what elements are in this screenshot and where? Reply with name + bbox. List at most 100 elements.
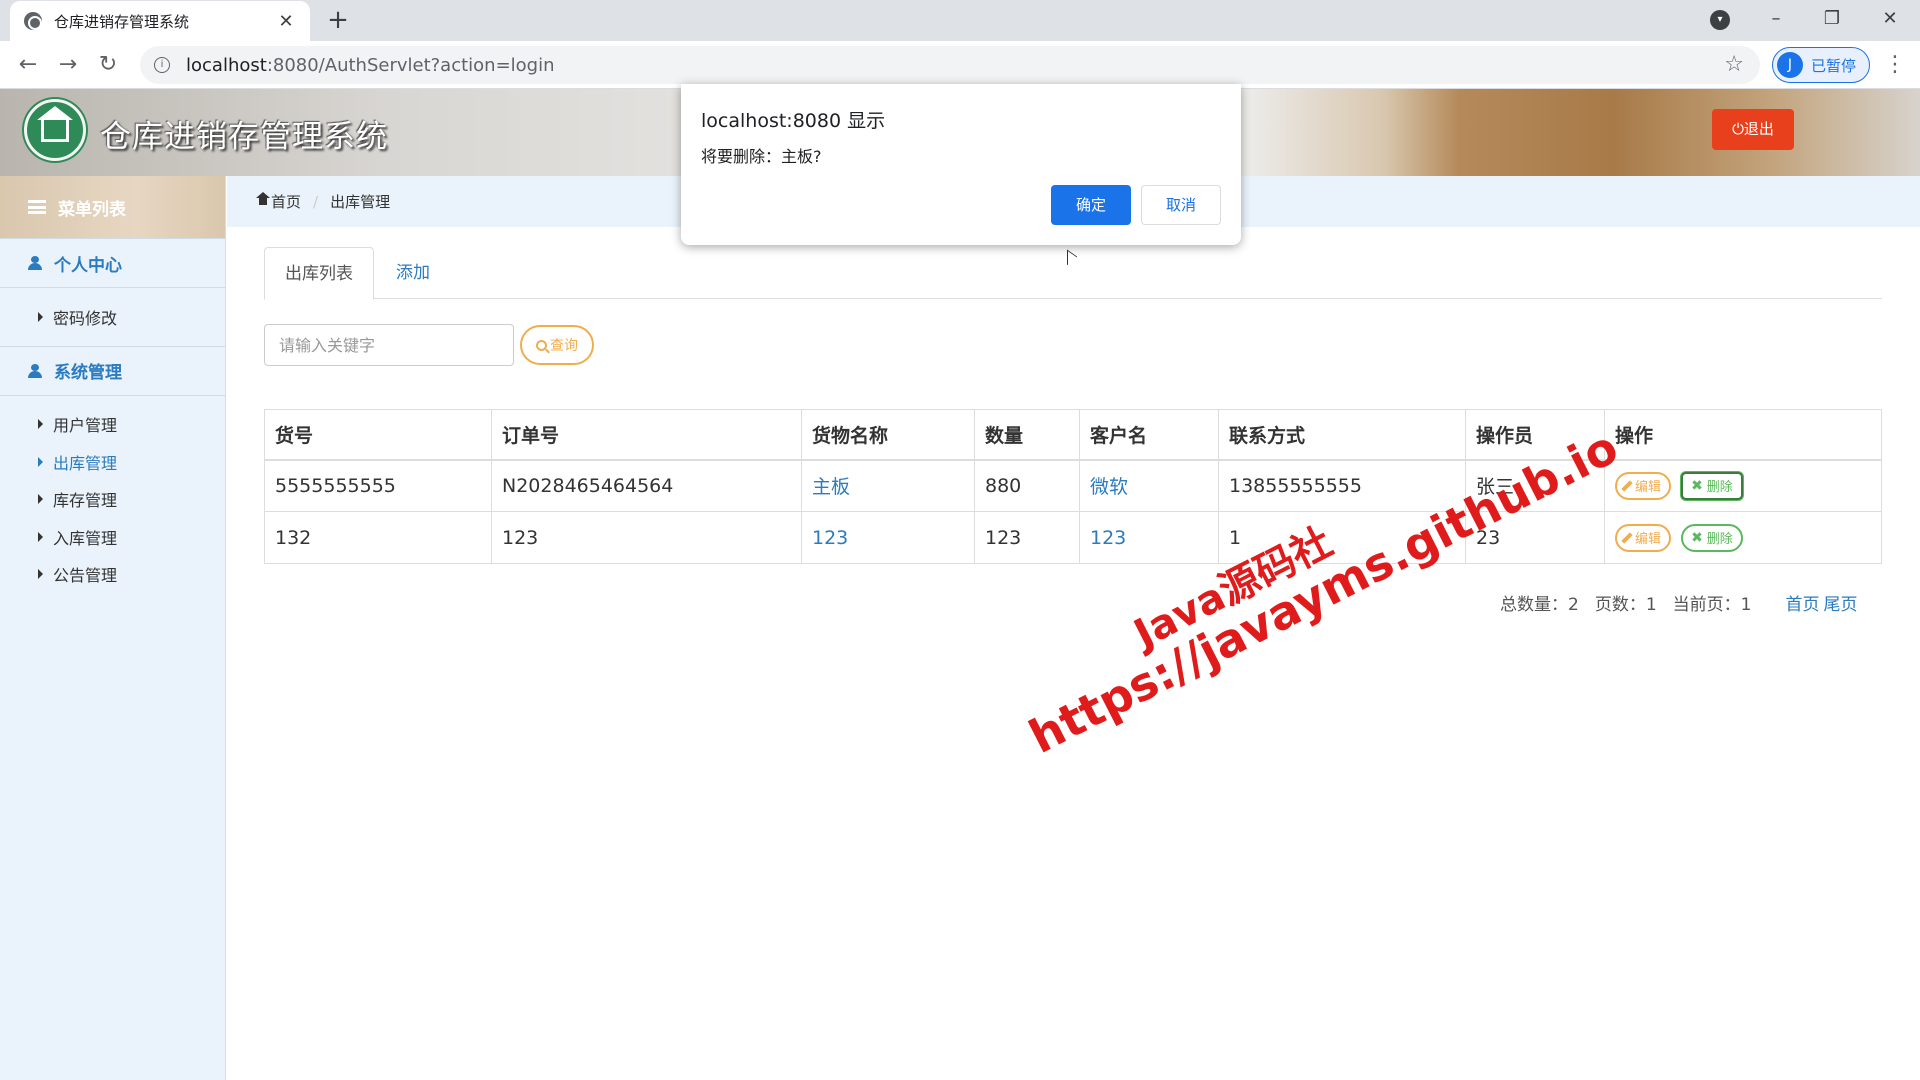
sidebar-group-personal[interactable]: 个人中心 xyxy=(0,238,225,288)
list-icon xyxy=(28,200,46,214)
home-icon xyxy=(256,192,270,207)
profile-status: 已暂停 xyxy=(1811,56,1857,75)
tab-title: 仓库进销存管理系统 xyxy=(54,12,190,31)
user-icon xyxy=(28,363,42,378)
column-header: 订单号 xyxy=(491,409,802,461)
sidebar-item-password[interactable]: 密码修改 xyxy=(0,298,225,336)
caret-right-icon xyxy=(38,569,43,580)
browser-tab[interactable]: 仓库进销存管理系统 ✕ xyxy=(10,1,310,41)
sidebar-item-notices[interactable]: 公告管理 xyxy=(0,556,225,594)
tab-outbound-list[interactable]: 出库列表 xyxy=(264,247,374,300)
profile-button[interactable]: J 已暂停 xyxy=(1772,47,1870,83)
delete-label: 删除 xyxy=(1706,532,1733,547)
table-cell: N2028465464564 xyxy=(491,459,802,512)
caret-right-icon xyxy=(38,311,43,322)
back-icon[interactable]: ← xyxy=(14,51,42,79)
table-cell: 123 xyxy=(491,511,802,564)
caret-right-icon xyxy=(38,531,43,542)
restore-icon[interactable]: ❐ xyxy=(1812,4,1852,34)
breadcrumb-home[interactable]: 首页 xyxy=(271,191,301,212)
pagination: 总数量：2 页数：1 当前页：1 首页 尾页 xyxy=(1500,590,1861,615)
delete-label: 删除 xyxy=(1706,480,1733,496)
forward-icon[interactable]: → xyxy=(54,51,82,79)
table-cell: 132 xyxy=(264,511,492,564)
pager-first-link[interactable]: 首页 xyxy=(1785,590,1819,615)
logout-button[interactable]: ⏻退出 xyxy=(1712,109,1794,150)
sidebar-group-system[interactable]: 系统管理 xyxy=(0,345,225,396)
sidebar-sublist-personal: 密码修改 xyxy=(0,288,225,346)
customer-link[interactable]: 123 xyxy=(1079,511,1219,564)
table-cell: 123 xyxy=(974,511,1080,564)
search-input[interactable] xyxy=(264,324,514,366)
edit-button[interactable]: 编辑 xyxy=(1615,471,1672,500)
outbound-table: 货号 订单号 货物名称 数量 客户名 联系方式 操作员 操作 555555555… xyxy=(264,409,1882,564)
sidebar-item-outbound[interactable]: 出库管理 xyxy=(0,443,225,481)
info-icon[interactable]: i xyxy=(154,57,170,73)
pencil-icon xyxy=(1621,480,1633,492)
url-path: :8080/AuthServlet?action=login xyxy=(266,54,555,76)
sidebar-item-label: 用户管理 xyxy=(53,416,118,436)
mouse-cursor-icon xyxy=(1068,254,1075,266)
search-icon xyxy=(536,339,547,351)
search-button[interactable]: 查询 xyxy=(520,325,594,365)
pager-total: 总数量：2 xyxy=(1500,595,1579,615)
browser-tab-strip: 仓库进销存管理系统 ✕ + ▾ – ❐ ✕ xyxy=(0,0,1920,41)
cancel-button[interactable]: 取消 xyxy=(1141,185,1221,225)
close-icon: ✖ xyxy=(1691,529,1703,546)
actions-cell: 编辑 ✖ 删除 xyxy=(1604,459,1882,512)
search-button-label: 查询 xyxy=(550,338,578,354)
tab-add[interactable]: 添加 xyxy=(376,247,450,299)
address-bar-row: ← → ↻ i localhost:8080/AuthServlet?actio… xyxy=(0,41,1920,89)
sidebar-item-inventory[interactable]: 库存管理 xyxy=(0,481,225,519)
window-close-icon[interactable]: ✕ xyxy=(1870,4,1910,34)
table-row: 132 123 123 123 123 1 23 编辑 ✖ 删除 xyxy=(264,511,1882,564)
delete-button[interactable]: ✖ 删除 xyxy=(1681,523,1743,552)
table-row: 5555555555 N2028465464564 主板 880 微软 1385… xyxy=(264,459,1882,512)
table-cell: 5555555555 xyxy=(264,459,492,512)
goods-name-link[interactable]: 123 xyxy=(801,511,975,564)
goods-name-link[interactable]: 主板 xyxy=(801,459,975,512)
caret-right-icon xyxy=(38,419,43,430)
logo xyxy=(24,99,86,161)
sidebar-group-label: 个人中心 xyxy=(54,255,122,276)
table-header-row: 货号 订单号 货物名称 数量 客户名 联系方式 操作员 操作 xyxy=(264,409,1882,461)
column-header: 货物名称 xyxy=(801,409,975,461)
close-icon: ✖ xyxy=(1691,477,1703,494)
caret-right-icon xyxy=(38,456,43,467)
table-cell: 13855555555 xyxy=(1218,459,1466,512)
sidebar-menu-header: 菜单列表 xyxy=(0,176,225,238)
star-icon[interactable]: ☆ xyxy=(1724,52,1744,77)
sidebar-item-label: 公告管理 xyxy=(53,566,118,586)
tab-close-icon[interactable]: ✕ xyxy=(276,11,296,32)
new-tab-button[interactable]: + xyxy=(324,6,352,34)
sidebar-item-users[interactable]: 用户管理 xyxy=(0,406,225,444)
column-header: 客户名 xyxy=(1079,409,1219,461)
menu-icon[interactable]: ⋮ xyxy=(1884,51,1906,79)
omnibox[interactable]: i localhost:8080/AuthServlet?action=logi… xyxy=(140,46,1760,84)
minimize-icon[interactable]: – xyxy=(1756,4,1796,34)
column-header: 货号 xyxy=(264,409,492,461)
sidebar-sublist-system: 用户管理 出库管理 库存管理 入库管理 公告管理 xyxy=(0,396,225,604)
delete-button[interactable]: ✖ 删除 xyxy=(1681,471,1743,500)
sidebar-item-label: 库存管理 xyxy=(53,491,118,511)
menu-title: 菜单列表 xyxy=(58,199,126,220)
caret-right-icon xyxy=(38,494,43,505)
column-header: 联系方式 xyxy=(1218,409,1466,461)
reload-icon[interactable]: ↻ xyxy=(94,51,122,79)
tab-search-icon[interactable]: ▾ xyxy=(1710,10,1730,30)
sidebar-item-label: 出库管理 xyxy=(53,453,118,473)
pager-last-link[interactable]: 尾页 xyxy=(1823,590,1857,615)
confirm-dialog: localhost:8080 显示 将要删除：主板? 确定 取消 xyxy=(681,84,1241,245)
breadcrumb-separator: / xyxy=(313,192,319,211)
avatar: J xyxy=(1777,52,1803,78)
sidebar-group-label: 系统管理 xyxy=(54,363,122,383)
table-cell: 880 xyxy=(974,459,1080,512)
edit-label: 编辑 xyxy=(1635,532,1662,547)
confirm-button[interactable]: 确定 xyxy=(1051,185,1131,225)
user-icon xyxy=(28,256,42,270)
customer-link[interactable]: 微软 xyxy=(1079,459,1219,512)
url-text: localhost:8080/AuthServlet?action=login xyxy=(186,55,555,76)
edit-button[interactable]: 编辑 xyxy=(1615,523,1672,552)
sidebar-item-inbound[interactable]: 入库管理 xyxy=(0,518,225,556)
breadcrumb-current: 出库管理 xyxy=(330,193,391,211)
